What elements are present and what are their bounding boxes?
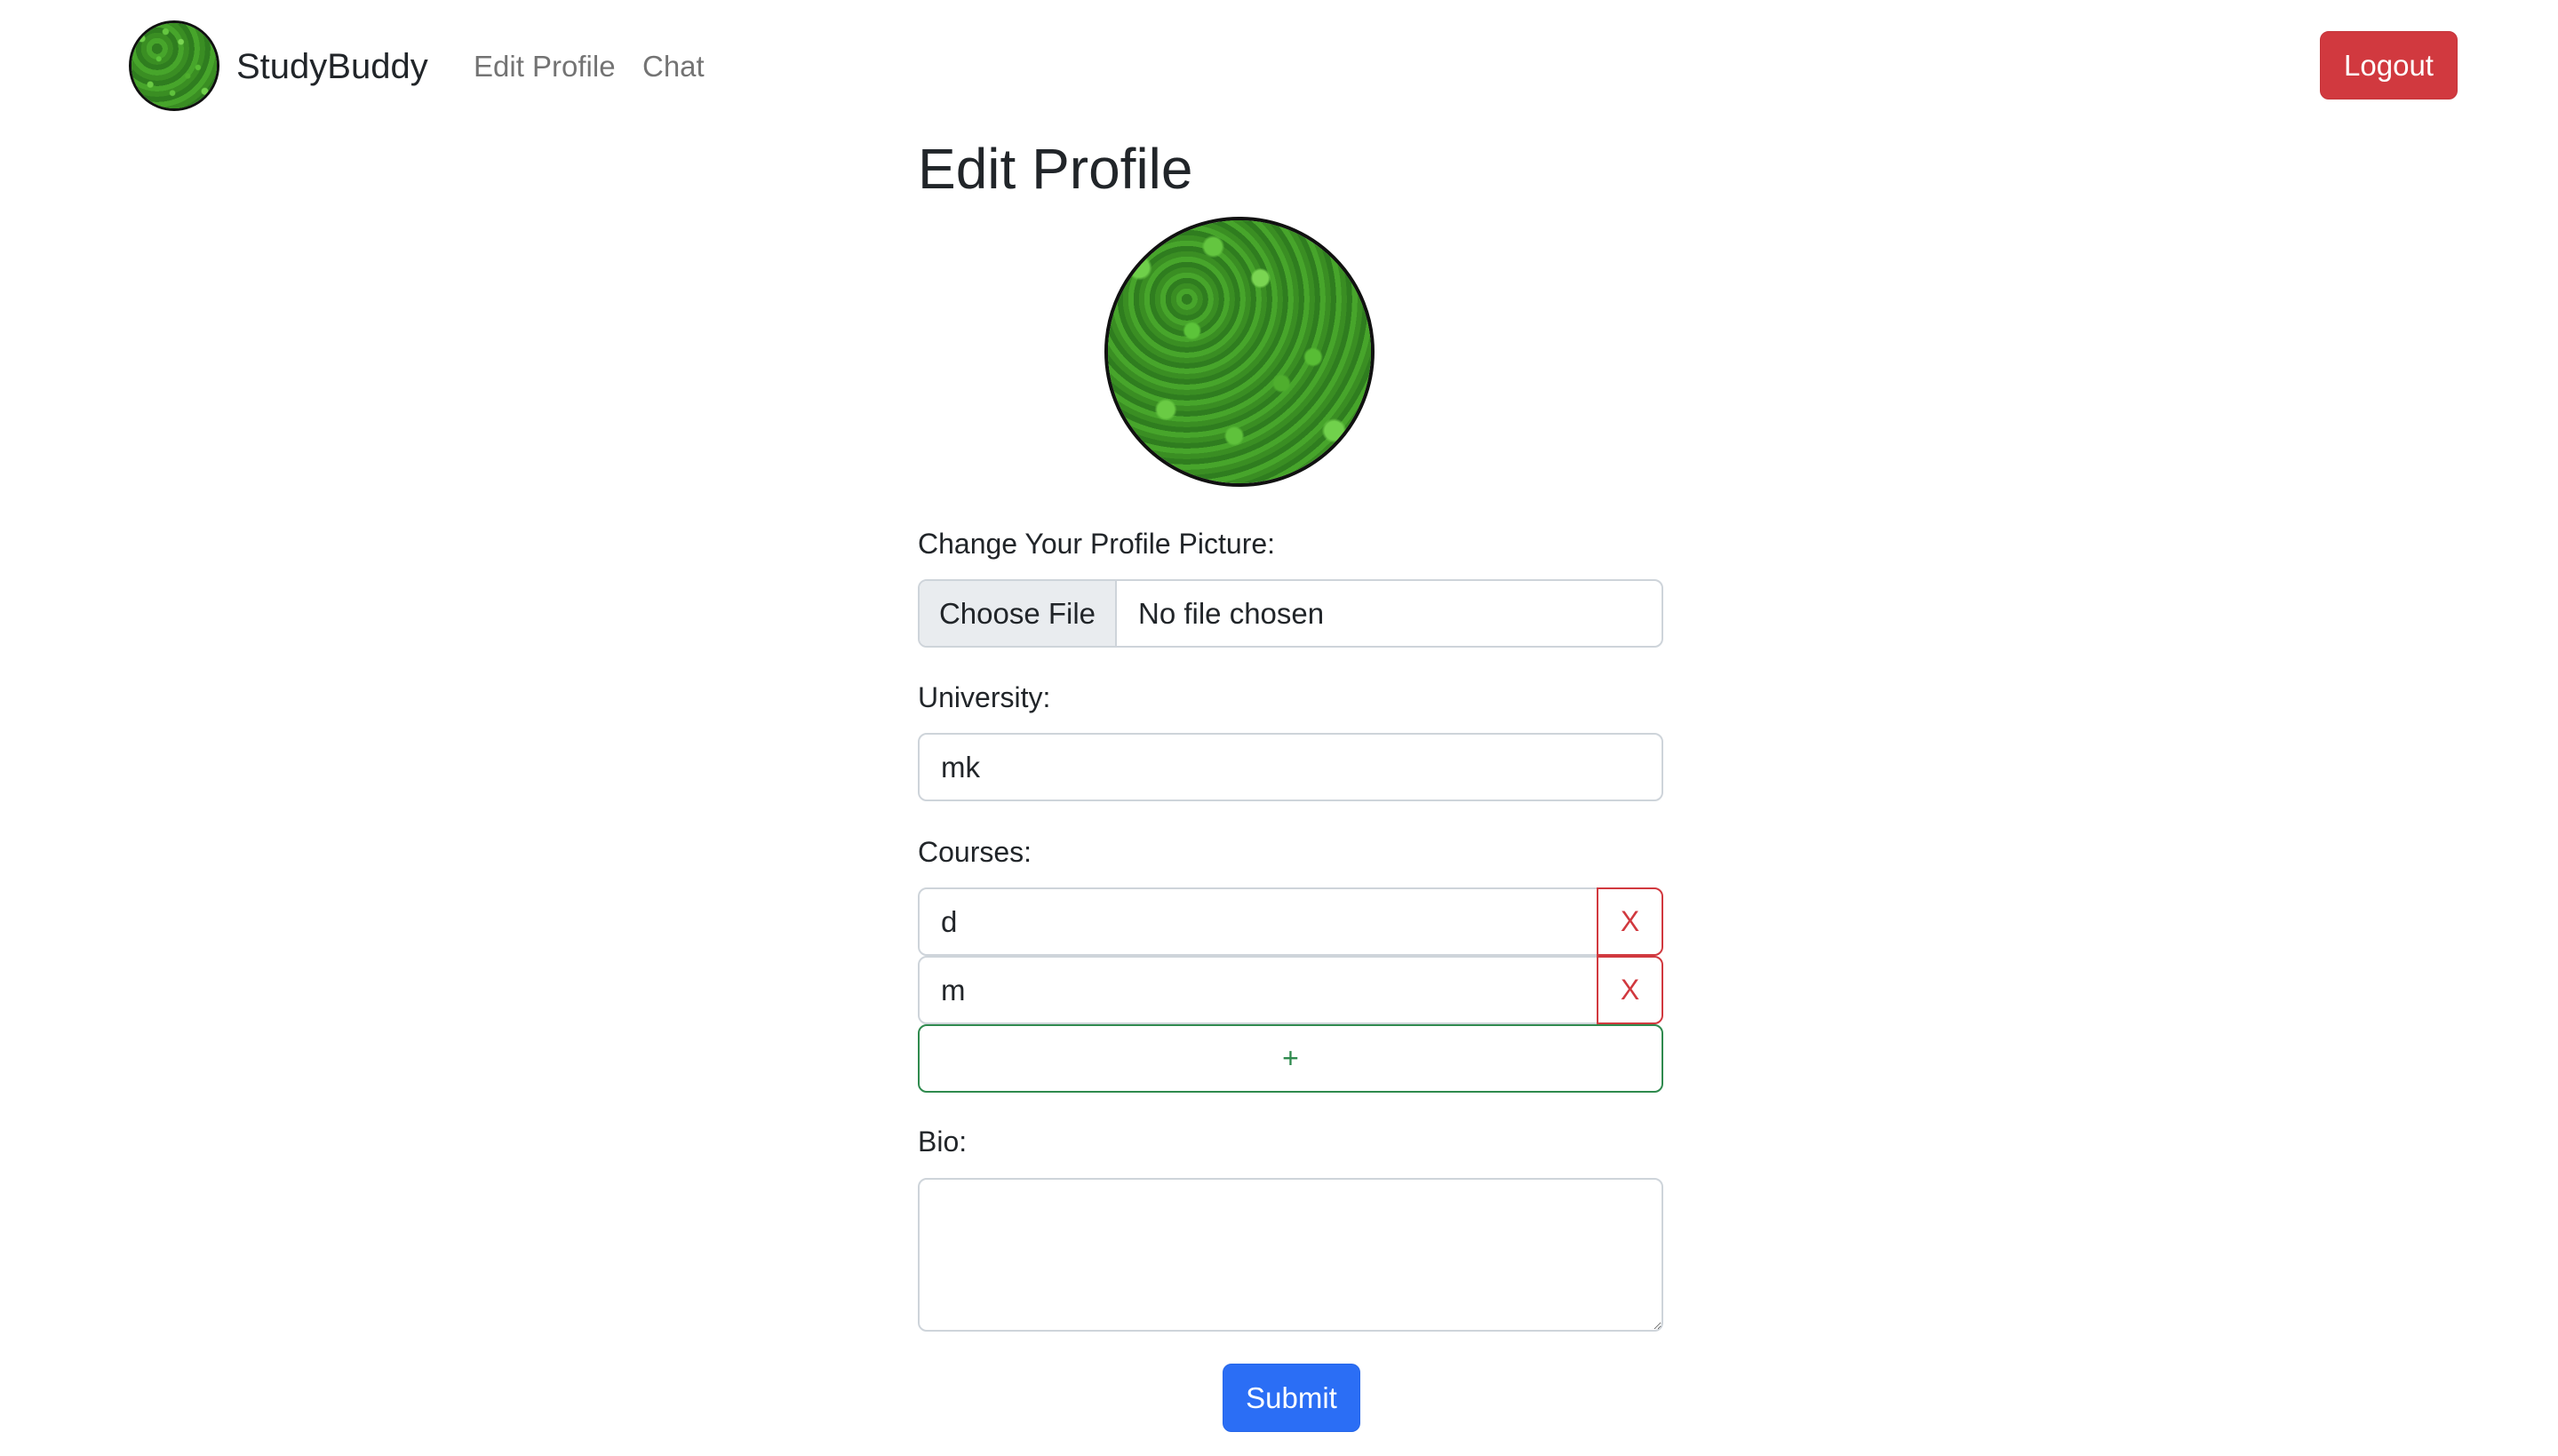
university-label: University: — [918, 681, 1051, 713]
course-input[interactable] — [918, 887, 1598, 956]
page-title: Edit Profile — [918, 137, 1193, 201]
leaf-texture-image — [1108, 220, 1371, 483]
profile-picture-label: Change Your Profile Picture: — [918, 528, 1276, 560]
profile-picture — [1104, 217, 1375, 487]
courses-label: Courses: — [918, 836, 1032, 868]
bio-textarea[interactable] — [918, 1178, 1663, 1332]
add-course-button[interactable]: + — [918, 1024, 1663, 1093]
submit-button[interactable]: Submit — [1223, 1364, 1360, 1432]
brand-avatar[interactable] — [129, 20, 219, 111]
profile-picture-file-input[interactable]: Choose File No file chosen — [918, 579, 1663, 648]
file-status-text: No file chosen — [1138, 597, 1325, 630]
nav-link-edit-profile[interactable]: Edit Profile — [474, 47, 616, 86]
logout-button[interactable]: Logout — [2320, 31, 2458, 99]
remove-course-button[interactable]: X — [1597, 956, 1663, 1024]
leaf-texture-image — [131, 23, 217, 108]
choose-file-button[interactable]: Choose File — [920, 581, 1117, 646]
course-input[interactable] — [918, 956, 1598, 1024]
nav-link-chat[interactable]: Chat — [642, 47, 705, 86]
navbar: StudyBuddy Edit Profile Chat Logout — [0, 0, 2558, 133]
remove-course-button[interactable]: X — [1597, 887, 1663, 956]
brand-name[interactable]: StudyBuddy — [236, 44, 428, 89]
university-input[interactable] — [918, 733, 1663, 801]
bio-label: Bio: — [918, 1126, 968, 1158]
